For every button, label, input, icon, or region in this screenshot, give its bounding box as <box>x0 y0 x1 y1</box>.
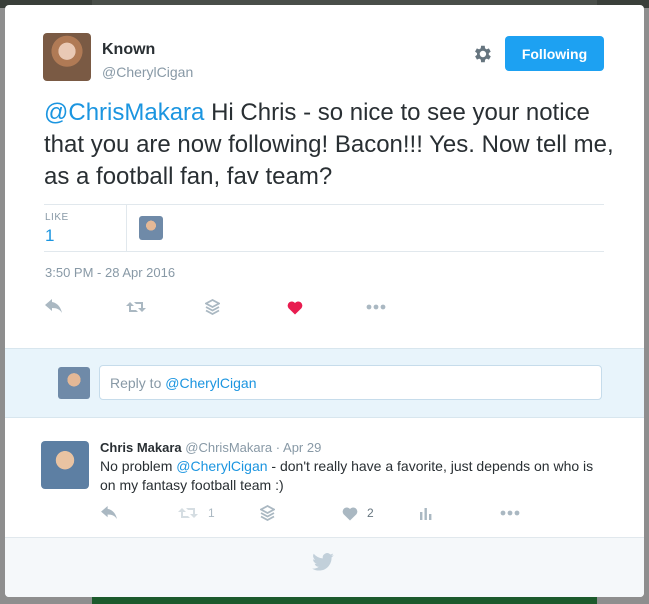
divider <box>44 204 604 205</box>
retweet-action[interactable]: 1 <box>178 503 215 523</box>
following-button[interactable]: Following <box>505 36 604 71</box>
background-bottom <box>92 596 597 604</box>
reply-mention[interactable]: @CherylCigan <box>176 458 267 474</box>
retweet-count: 1 <box>208 506 215 520</box>
tweet-text: @ChrisMakara Hi Chris - so nice to see y… <box>44 97 624 193</box>
reply-author-avatar[interactable] <box>41 441 89 489</box>
heart-icon[interactable] <box>342 506 358 521</box>
author-name[interactable]: Known <box>102 41 155 59</box>
reply-author-name[interactable]: Chris Makara <box>100 440 182 455</box>
more-icon[interactable] <box>366 297 386 317</box>
reply-date[interactable]: · Apr 29 <box>276 440 322 455</box>
author-avatar[interactable] <box>43 33 91 81</box>
stack-icon[interactable] <box>205 297 220 317</box>
retweet-icon[interactable] <box>178 505 199 521</box>
author-handle[interactable]: @CherylCigan <box>102 64 193 80</box>
tweet-timestamp[interactable]: 3:50 PM - 28 Apr 2016 <box>45 265 175 280</box>
twitter-bird-icon[interactable] <box>312 553 334 576</box>
reply-input[interactable]: Reply to @CherylCigan <box>99 365 602 400</box>
likes-count[interactable]: 1 <box>45 226 54 246</box>
current-user-avatar <box>58 367 90 399</box>
reply-placeholder: Reply to <box>110 375 166 391</box>
reply-icon[interactable] <box>45 297 63 317</box>
like-count: 2 <box>367 506 374 520</box>
retweet-icon[interactable] <box>126 297 147 317</box>
likes-label: LIKE <box>45 212 69 223</box>
reply-icon[interactable] <box>101 503 118 523</box>
reply-author-handle[interactable]: @ChrisMakara <box>185 440 272 455</box>
heart-icon[interactable] <box>287 297 303 317</box>
tweet-mention[interactable]: @ChrisMakara <box>44 99 204 126</box>
divider <box>44 251 604 252</box>
tweet-card: Known @CherylCigan Following @ChrisMakar… <box>5 5 644 597</box>
reply-placeholder-mention: @CherylCigan <box>165 375 257 391</box>
reply-area: Reply to @CherylCigan <box>5 348 644 418</box>
divider-vertical <box>126 205 127 251</box>
reply-text-start: No problem <box>100 458 177 474</box>
stack-icon[interactable] <box>260 503 275 523</box>
liker-avatar[interactable] <box>139 216 163 240</box>
like-action[interactable]: 2 <box>342 503 374 523</box>
reply-header: Chris Makara @ChrisMakara · Apr 29 <box>100 440 321 455</box>
more-icon[interactable] <box>500 503 520 523</box>
gear-icon[interactable] <box>471 43 493 65</box>
reply-text: No problem @CherylCigan - don't really h… <box>100 457 610 495</box>
analytics-icon[interactable] <box>420 503 432 523</box>
